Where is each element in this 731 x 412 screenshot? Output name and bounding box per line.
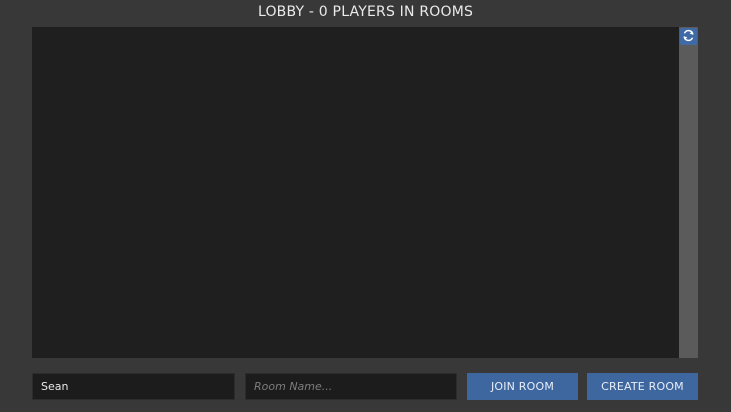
refresh-icon	[682, 27, 695, 46]
room-list-scrollbar[interactable]	[679, 27, 698, 358]
lobby-title: LOBBY - 0 PLAYERS IN ROOMS	[257, 4, 474, 20]
room-name-input[interactable]	[245, 373, 457, 400]
join-room-button[interactable]: JOIN ROOM	[467, 373, 578, 400]
refresh-button[interactable]	[680, 28, 697, 45]
player-name-input[interactable]	[32, 373, 235, 400]
create-room-button[interactable]: CREATE ROOM	[587, 373, 698, 400]
room-list[interactable]	[32, 27, 679, 358]
